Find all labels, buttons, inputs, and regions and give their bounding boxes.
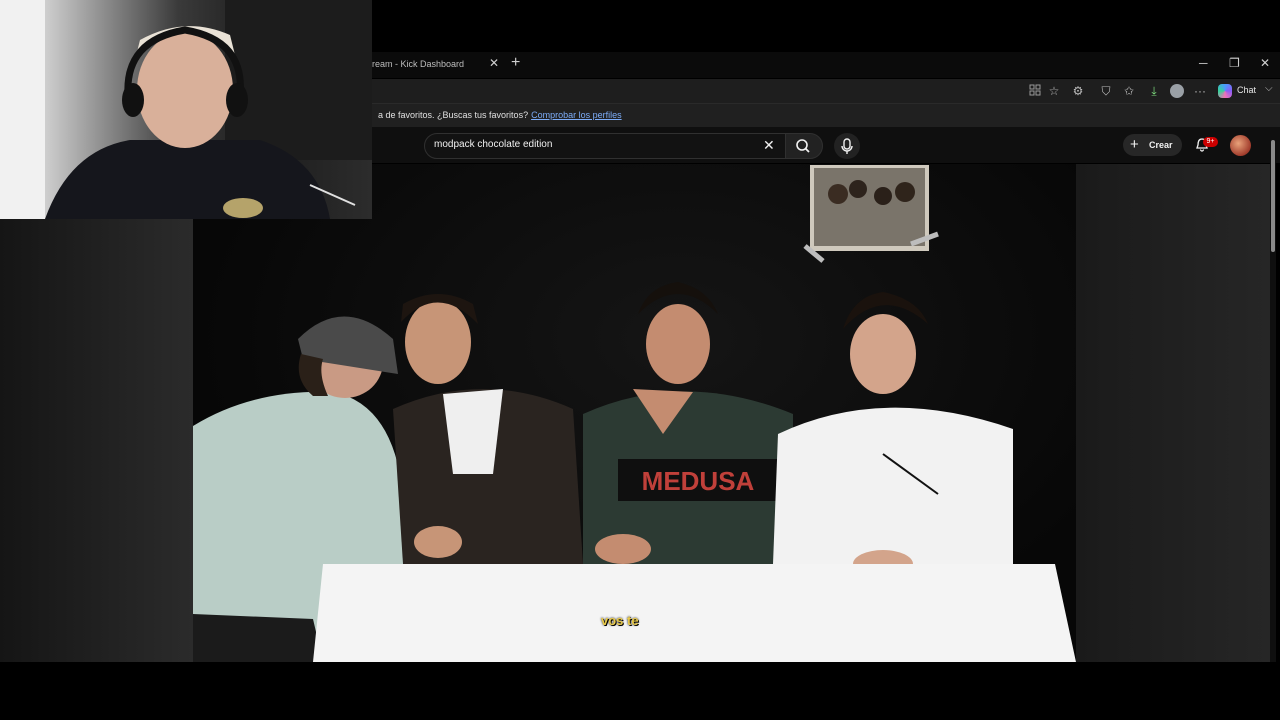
notification-badge: 9+ [1203, 137, 1218, 147]
more-icon[interactable]: ··· [1193, 84, 1207, 98]
extension-icon[interactable]: ⚙ [1071, 84, 1085, 98]
grid-icon[interactable] [1029, 84, 1041, 96]
chevron-down-icon[interactable]: ⌵ [1265, 83, 1273, 94]
video-subtitle: vos te [601, 613, 639, 628]
voice-search-button[interactable] [834, 133, 860, 159]
minimize-button[interactable]: ─ [1199, 56, 1208, 70]
tab-title[interactable]: ream - Kick Dashboard [372, 59, 464, 69]
favorites-icon[interactable]: ✩ [1122, 84, 1136, 98]
search-query[interactable]: modpack chocolate edition [434, 139, 552, 150]
create-label: Crear [1149, 140, 1173, 150]
webcam-overlay [0, 0, 372, 219]
check-profiles-link[interactable]: Comprobar los perfiles [531, 110, 622, 120]
download-icon[interactable]: ⤓ [1147, 84, 1161, 98]
person-cardigan [393, 294, 583, 564]
favorites-message: a de favoritos. ¿Buscas tus favoritos? Co… [378, 110, 622, 120]
shield-icon[interactable]: ⛉ [1099, 84, 1113, 98]
table [313, 564, 1076, 662]
video-frame: MEDUSA [193, 165, 1076, 662]
new-tab-button[interactable]: + [511, 54, 520, 72]
search-button[interactable] [785, 133, 823, 159]
person-chef [773, 292, 1013, 578]
scrollbar-thumb[interactable] [1271, 140, 1275, 252]
restore-button[interactable]: ❐ [1229, 56, 1240, 70]
copilot-icon[interactable] [1218, 84, 1232, 98]
chat-button[interactable]: Chat [1237, 85, 1256, 95]
avatar[interactable] [1230, 135, 1251, 156]
person-jersey: MEDUSA [583, 282, 793, 564]
star-icon[interactable]: ☆ [1047, 84, 1061, 98]
wall-photo [803, 165, 939, 263]
webcam-scene [0, 0, 372, 219]
ambient-glow-left [0, 219, 193, 662]
close-window-button[interactable]: ✕ [1260, 56, 1270, 70]
tab-close-icon[interactable]: ✕ [489, 56, 499, 70]
microphone-icon [841, 138, 853, 154]
search-icon [796, 139, 810, 153]
video-player[interactable]: MEDUSA [193, 164, 1076, 662]
ambient-glow-right [1076, 164, 1270, 662]
plus-icon: + [1130, 136, 1139, 153]
favorites-message-text: a de favoritos. ¿Buscas tus favoritos? [378, 110, 529, 120]
clear-search-icon[interactable]: ✕ [763, 137, 775, 154]
shirt-text: MEDUSA [642, 466, 755, 496]
profile-icon[interactable] [1170, 84, 1184, 98]
